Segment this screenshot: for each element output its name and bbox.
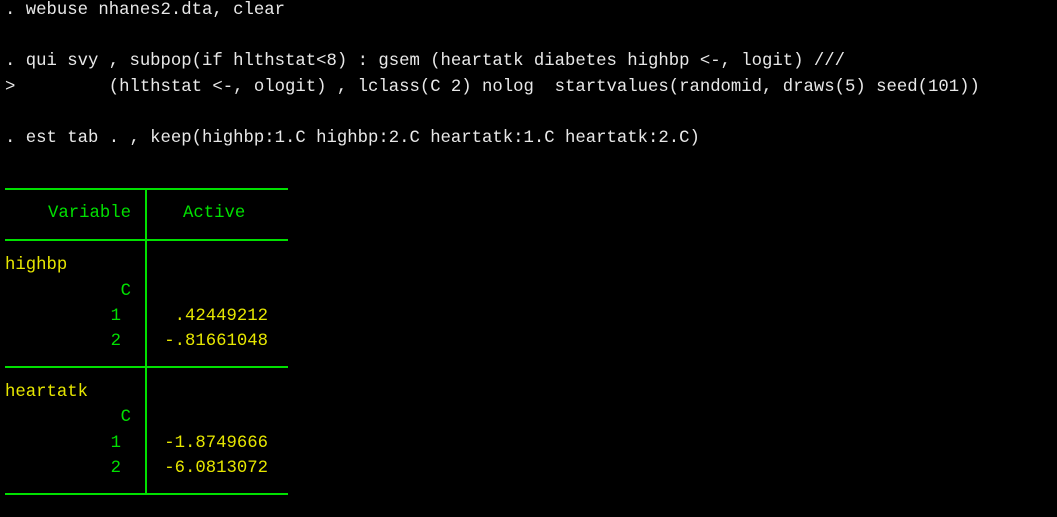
coef-value: .42449212 bbox=[174, 307, 268, 326]
header-variable: Variable bbox=[48, 204, 131, 223]
group-name: heartatk bbox=[5, 383, 88, 402]
command-line: . webuse nhanes2.dta, clear bbox=[5, 1, 286, 20]
coef-value: -6.0813072 bbox=[164, 459, 268, 478]
factor-label: C bbox=[120, 282, 131, 301]
level-label: 1 bbox=[110, 434, 121, 453]
factor-label: C bbox=[120, 408, 131, 427]
command-line: . qui svy , subpop(if hlthstat<8) : gsem… bbox=[5, 52, 846, 71]
command-line: . est tab . , keep(highbp:1.C highbp:2.C… bbox=[5, 129, 700, 148]
table-column-divider bbox=[145, 188, 147, 495]
level-label: 1 bbox=[110, 307, 121, 326]
coef-value: -.81661048 bbox=[164, 332, 268, 351]
command-line: > (hlthstat <-, ologit) , lclass(C 2) no… bbox=[5, 78, 980, 97]
level-label: 2 bbox=[110, 459, 121, 478]
coef-value: -1.8749666 bbox=[164, 434, 268, 453]
header-active: Active bbox=[183, 204, 246, 223]
group-name: highbp bbox=[5, 256, 68, 275]
level-label: 2 bbox=[110, 332, 121, 351]
